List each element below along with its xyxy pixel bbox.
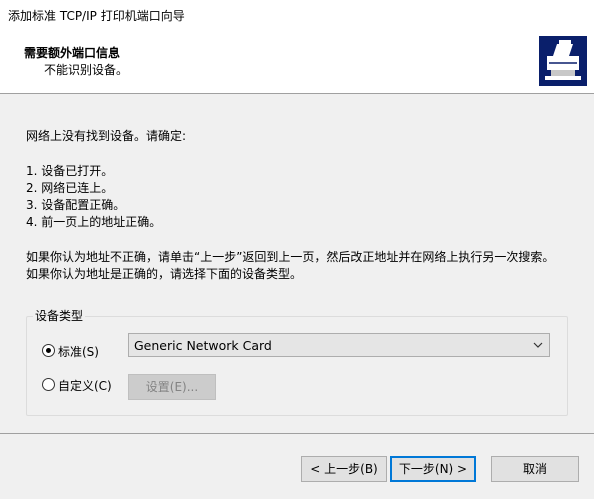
standard-radio[interactable] (42, 344, 55, 357)
header-subtitle: 不能识别设备。 (44, 63, 129, 77)
checklist-item-4: 4. 前一页上的地址正确。 (26, 215, 162, 229)
checklist-item-1: 1. 设备已打开。 (26, 164, 114, 178)
checklist-item-3: 3. 设备配置正确。 (26, 198, 126, 212)
note-line-2: 如果你认为地址是正确的，请选择下面的设备类型。 (26, 267, 303, 281)
standard-device-select[interactable]: Generic Network Card (128, 333, 550, 357)
checklist-item-2: 2. 网络已连上。 (26, 181, 114, 195)
settings-button[interactable]: 设置(E)... (128, 374, 216, 400)
intro-text: 网络上没有找到设备。请确定: (26, 129, 187, 143)
custom-radio-label[interactable]: 自定义(C) (58, 377, 112, 394)
printer-network-icon (539, 36, 587, 86)
standard-device-value: Generic Network Card (134, 338, 272, 353)
custom-radio[interactable] (42, 378, 55, 391)
header-title: 需要额外端口信息 (24, 46, 121, 60)
title-bar: 添加标准 TCP/IP 打印机端口向导 (0, 0, 594, 32)
window-title: 添加标准 TCP/IP 打印机端口向导 (8, 9, 185, 23)
wizard-header: 需要额外端口信息 不能识别设备。 (0, 32, 594, 94)
cancel-button[interactable]: 取消 (491, 456, 579, 482)
back-button[interactable]: < 上一步(B) (301, 456, 387, 482)
chevron-down-icon (533, 338, 543, 352)
device-type-group-label: 设备类型 (33, 307, 86, 324)
standard-radio-label[interactable]: 标准(S) (58, 343, 99, 360)
next-button[interactable]: 下一步(N) > (390, 456, 476, 482)
device-type-group (26, 316, 568, 416)
note-line-1: 如果你认为地址不正确，请单击“上一步”返回到上一页，然后改正地址并在网络上执行另… (26, 250, 555, 264)
